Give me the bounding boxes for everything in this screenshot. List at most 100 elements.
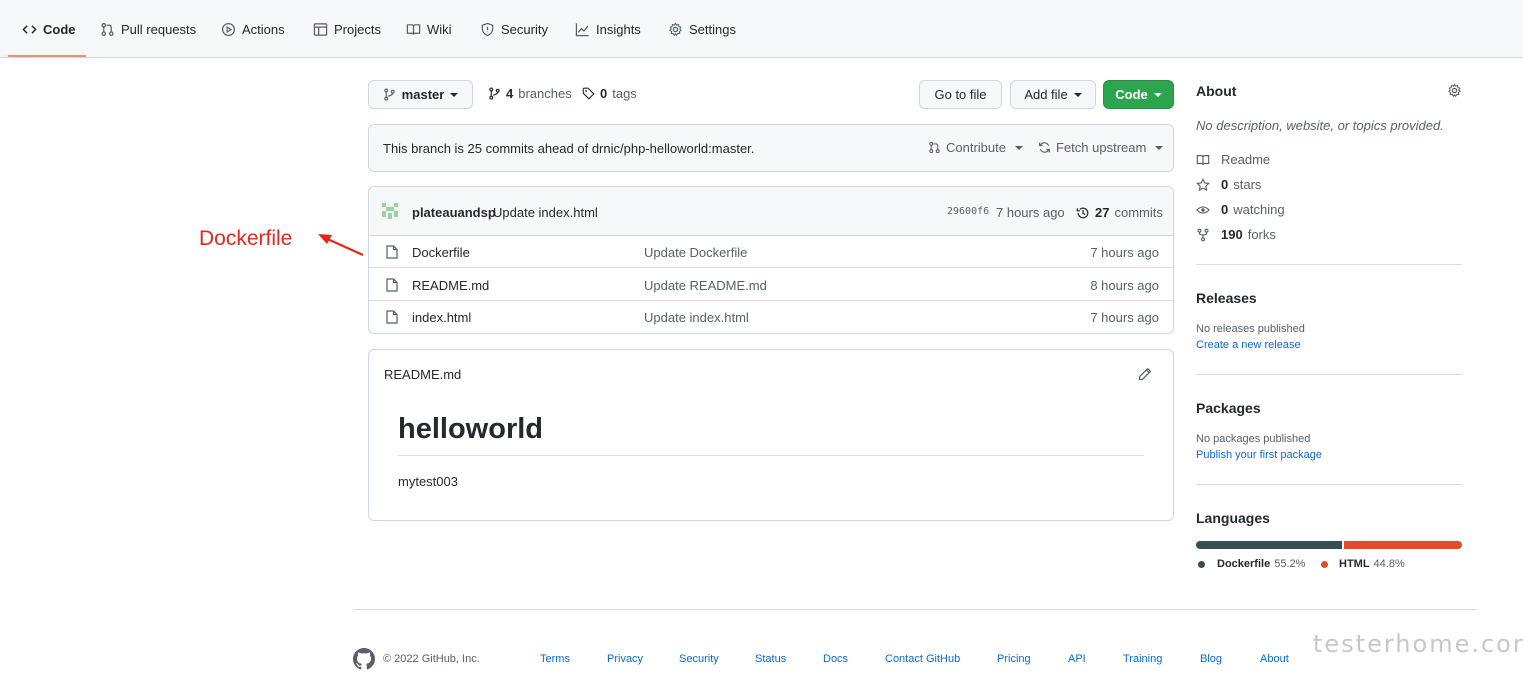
footer-link-contact[interactable]: Contact GitHub [885, 653, 960, 665]
fetch-upstream-label: Fetch upstream [1056, 140, 1147, 155]
languages-title: Languages [1196, 510, 1270, 526]
branch-status-banner: This branch is 25 commits ahead of drnic… [368, 124, 1174, 172]
tab-label: Security [501, 21, 548, 37]
chevron-down-icon [1073, 92, 1082, 97]
file-row[interactable]: Dockerfile Update Dockerfile 7 hours ago [369, 236, 1173, 268]
watching-label: watching [1233, 202, 1285, 217]
tab-wiki[interactable]: Wiki [406, 0, 452, 58]
readme-panel: README.md helloworld mytest003 [368, 349, 1174, 521]
file-row[interactable]: index.html Update index.html 7 hours ago [369, 301, 1173, 333]
language-dot [1321, 560, 1328, 568]
table-icon [313, 22, 328, 36]
language-percent: 55.2% [1274, 558, 1306, 570]
pencil-icon[interactable] [1138, 367, 1152, 381]
file-name[interactable]: index.html [412, 310, 471, 325]
gear-icon[interactable] [1447, 83, 1462, 98]
sidebar-divider [1196, 374, 1462, 375]
chevron-down-icon [1014, 145, 1023, 150]
create-release-link[interactable]: Create a new release [1196, 339, 1301, 351]
file-commit-time: 7 hours ago [1090, 245, 1159, 260]
book-icon [1196, 154, 1210, 165]
contribute-dropdown[interactable]: Contribute [928, 140, 1023, 155]
readme-link[interactable]: Readme [1196, 152, 1270, 167]
footer-link-security[interactable]: Security [679, 653, 719, 665]
add-file-button[interactable]: Add file [1010, 80, 1096, 109]
commit-sha[interactable]: 29600f6 [947, 206, 989, 217]
forks-link[interactable]: 190 forks [1196, 227, 1276, 242]
fork-icon [1197, 228, 1209, 241]
file-commit-message[interactable]: Update README.md [644, 278, 767, 293]
packages-empty-text: No packages published [1196, 433, 1311, 445]
readme-body: mytest003 [398, 474, 458, 489]
forks-label: forks [1247, 227, 1276, 242]
repo-nav: Code Pull requests Actions Projects Wiki… [0, 0, 1523, 58]
tab-label: Actions [242, 21, 285, 37]
releases-title[interactable]: Releases [1196, 290, 1257, 306]
file-icon [386, 310, 398, 324]
branch-select-button[interactable]: master [368, 80, 473, 109]
file-commit-message[interactable]: Update index.html [644, 310, 749, 325]
fetch-upstream-dropdown[interactable]: Fetch upstream [1038, 140, 1164, 155]
footer-link-status[interactable]: Status [755, 653, 786, 665]
footer-link-training[interactable]: Training [1123, 653, 1162, 665]
go-to-file-button[interactable]: Go to file [919, 80, 1002, 109]
code-button[interactable]: Code [1103, 80, 1174, 109]
stars-link[interactable]: 0 stars [1196, 177, 1261, 192]
tab-settings[interactable]: Settings [668, 0, 736, 58]
avatar[interactable] [380, 201, 400, 221]
eye-icon [1196, 205, 1210, 214]
play-icon [221, 22, 236, 36]
chevron-down-icon [1153, 92, 1162, 97]
sync-icon [1039, 142, 1050, 153]
file-name[interactable]: Dockerfile [412, 245, 470, 260]
tab-security[interactable]: Security [480, 0, 548, 58]
language-item-html[interactable]: HTML 44.8% [1321, 558, 1405, 570]
tab-actions[interactable]: Actions [221, 0, 285, 58]
footer-link-privacy[interactable]: Privacy [607, 653, 643, 665]
tab-code[interactable]: Code [22, 0, 76, 58]
tab-label: Code [43, 21, 76, 37]
language-dot [1198, 560, 1205, 568]
watching-count: 0 [1221, 202, 1229, 217]
publish-package-link[interactable]: Publish your first package [1196, 449, 1322, 461]
tab-label: Wiki [427, 21, 452, 37]
pull-request-icon [101, 22, 114, 36]
commit-time: 7 hours ago [996, 205, 1065, 220]
tab-pull-requests[interactable]: Pull requests [100, 0, 196, 58]
file-name[interactable]: README.md [412, 278, 489, 293]
language-bar-segment [1343, 541, 1462, 549]
stars-count: 0 [1221, 177, 1229, 192]
tags-link[interactable]: 0 tags [582, 86, 637, 101]
tab-label: Settings [689, 21, 736, 37]
tab-insights[interactable]: Insights [575, 0, 641, 58]
language-percent: 44.8% [1373, 558, 1405, 570]
commit-message[interactable]: Update index.html [493, 205, 598, 220]
language-bar [1196, 541, 1462, 549]
releases-empty-text: No releases published [1196, 323, 1305, 335]
file-browser: plateauandsp Update index.html 29600f6 7… [368, 186, 1174, 334]
commits-history-link[interactable]: 27 commits [1076, 205, 1163, 220]
footer-link-docs[interactable]: Docs [823, 653, 848, 665]
commit-author[interactable]: plateauandsp [412, 205, 496, 220]
footer-link-about[interactable]: About [1260, 653, 1289, 665]
footer-link-api[interactable]: API [1068, 653, 1086, 665]
branch-status-text: This branch is 25 commits ahead of drnic… [383, 141, 755, 156]
footer-link-pricing[interactable]: Pricing [997, 653, 1031, 665]
about-title: About [1196, 83, 1237, 99]
tab-projects[interactable]: Projects [313, 0, 381, 58]
github-logo-icon[interactable] [353, 648, 375, 670]
readme-heading-divider [398, 455, 1144, 456]
gear-icon [669, 21, 682, 36]
tab-label: Pull requests [121, 21, 197, 37]
branches-link[interactable]: 4 branches [488, 86, 572, 101]
language-item-dockerfile[interactable]: Dockerfile 55.2% [1198, 558, 1305, 570]
packages-title[interactable]: Packages [1196, 400, 1261, 416]
watchers-link[interactable]: 0 watching [1196, 202, 1285, 217]
footer-link-terms[interactable]: Terms [540, 653, 570, 665]
file-commit-message[interactable]: Update Dockerfile [644, 245, 747, 260]
annotation-arrow-icon [318, 234, 364, 257]
file-row[interactable]: README.md Update README.md 8 hours ago [369, 269, 1173, 301]
footer-link-blog[interactable]: Blog [1200, 653, 1222, 665]
stars-label: stars [1233, 177, 1262, 192]
readme-filename: README.md [384, 367, 462, 382]
